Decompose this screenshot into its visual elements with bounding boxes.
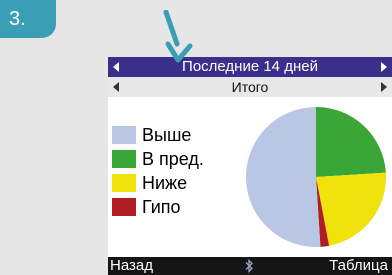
legend-swatch-hypo xyxy=(112,198,136,216)
step-number: 3. xyxy=(9,8,26,30)
back-softkey[interactable]: Назад xyxy=(110,257,153,275)
pie-slice-in-range xyxy=(316,107,386,177)
step-badge: 3. xyxy=(0,0,56,38)
summary-pie-chart xyxy=(246,107,386,247)
period-next-arrow-icon[interactable] xyxy=(381,62,387,72)
period-title: Последние 14 дней xyxy=(182,58,318,75)
filter-header: Итого xyxy=(108,77,392,97)
pie-slice-above xyxy=(246,107,321,247)
bluetooth-icon xyxy=(245,259,253,273)
legend-label-above: Выше xyxy=(142,125,192,145)
legend-label-below: Ниже xyxy=(142,173,188,193)
legend-swatch-above xyxy=(112,126,136,144)
table-softkey[interactable]: Таблица xyxy=(329,257,388,275)
filter-title: Итого xyxy=(231,79,269,95)
legend-label-hypo: Гипо xyxy=(142,197,181,217)
meter-screen: Последние 14 дней Итого Выше В пред. Ниж… xyxy=(108,57,392,275)
legend-swatch-below xyxy=(112,174,136,192)
instruction-card: 3. Последние 14 дней Итого Выше В пред. xyxy=(0,0,392,275)
down-arrow-pointer-icon xyxy=(163,10,193,63)
period-header: Последние 14 дней xyxy=(108,57,392,77)
legend-swatch-in-range xyxy=(112,150,136,168)
legend-label-in-range: В пред. xyxy=(142,149,204,169)
filter-next-arrow-icon[interactable] xyxy=(381,82,387,92)
softkey-bar: Назад Таблица xyxy=(108,257,392,275)
